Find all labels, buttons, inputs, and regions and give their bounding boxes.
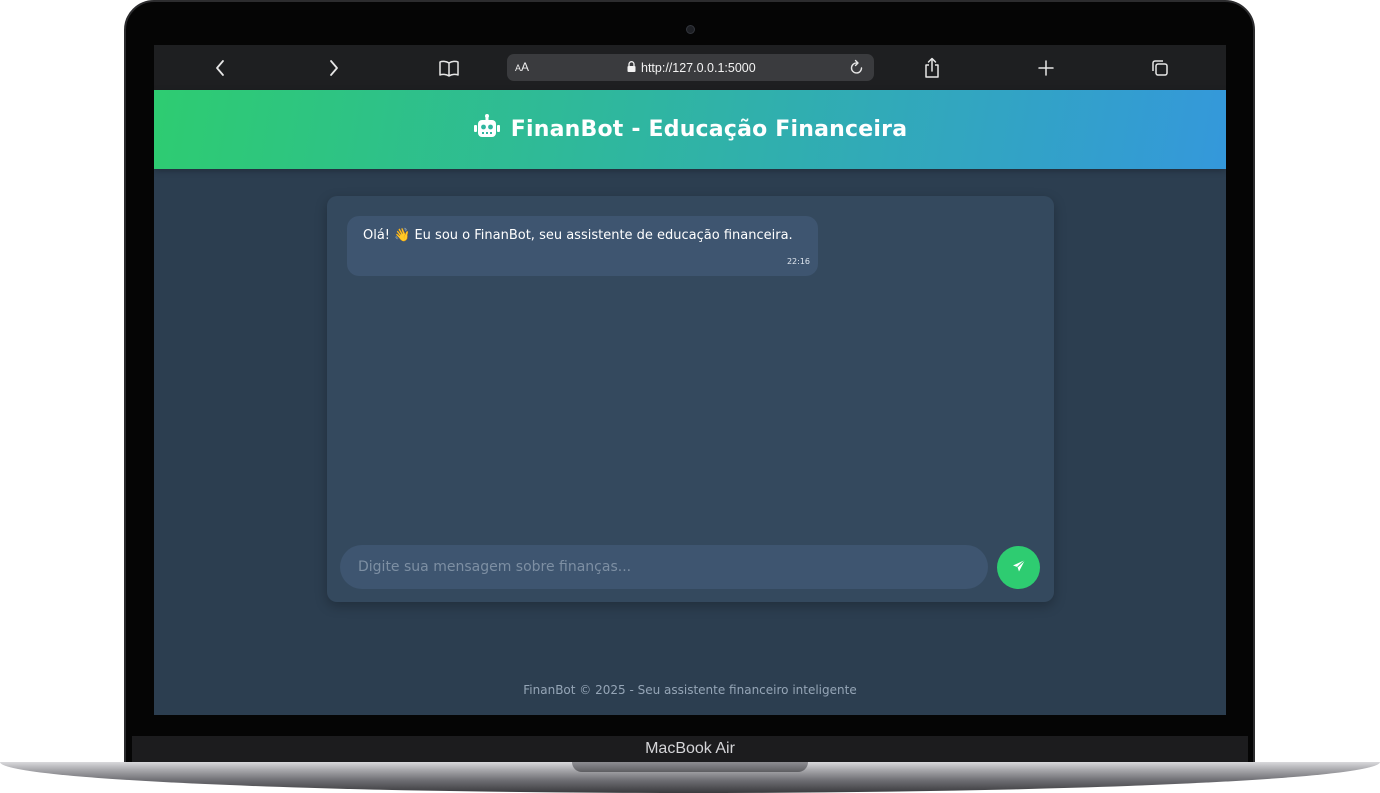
new-tab-icon[interactable] — [1034, 56, 1058, 80]
message-timestamp: 22:16 — [786, 257, 810, 266]
tabs-overview-icon[interactable] — [1148, 56, 1172, 80]
message-text: Olá! 👋 Eu sou o FinanBot, seu assistente… — [363, 228, 793, 243]
browser-toolbar: AA http://127.0.0.1:5000 — [154, 45, 1226, 90]
footer-text: FinanBot © 2025 - Seu assistente finance… — [523, 683, 857, 697]
camera-icon — [686, 25, 695, 34]
url-text: http://127.0.0.1:5000 — [641, 60, 756, 75]
paper-plane-icon — [1012, 559, 1026, 576]
address-bar[interactable]: AA http://127.0.0.1:5000 — [507, 54, 874, 81]
share-icon[interactable] — [920, 56, 944, 80]
device-label: MacBook Air — [645, 740, 735, 757]
reload-icon[interactable] — [848, 58, 866, 76]
back-icon[interactable] — [208, 56, 232, 80]
send-button[interactable] — [997, 546, 1040, 589]
laptop-screen: AA http://127.0.0.1:5000 FinanBot - Educ… — [154, 45, 1226, 715]
laptop-hinge: MacBook Air — [132, 736, 1248, 762]
forward-icon[interactable] — [322, 56, 346, 80]
robot-icon — [473, 114, 501, 145]
bookmarks-icon[interactable] — [437, 56, 461, 80]
app-header: FinanBot - Educação Financeira — [154, 90, 1226, 169]
bot-message-bubble: Olá! 👋 Eu sou o FinanBot, seu assistente… — [347, 216, 818, 276]
chat-panel: Olá! 👋 Eu sou o FinanBot, seu assistente… — [327, 196, 1054, 602]
text-size-button[interactable]: AA — [515, 54, 529, 82]
lock-icon — [627, 59, 636, 77]
app-title: FinanBot - Educação Financeira — [510, 117, 908, 142]
message-input[interactable] — [340, 545, 988, 589]
laptop-notch — [572, 762, 808, 772]
